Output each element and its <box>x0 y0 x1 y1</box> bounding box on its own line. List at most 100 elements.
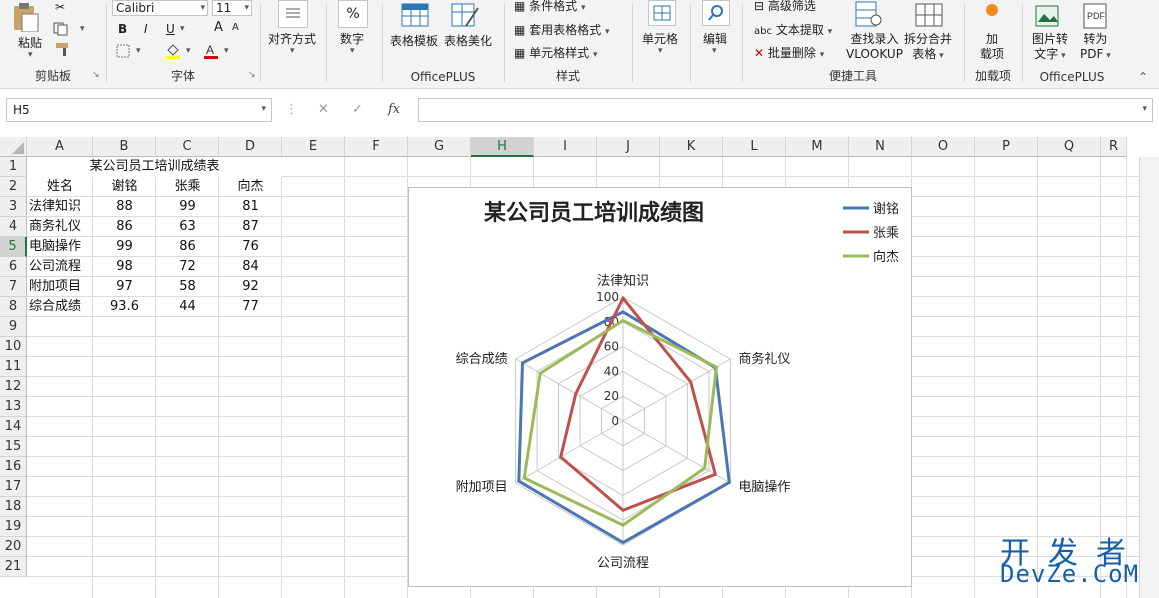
score-cell[interactable]: 63 <box>156 217 219 237</box>
name-box[interactable]: H5 ▾ <box>6 98 272 122</box>
column-header-d[interactable]: D <box>219 137 282 157</box>
column-header-j[interactable]: J <box>597 137 660 157</box>
header-cell[interactable]: 向杰 <box>219 177 282 197</box>
table-format-button[interactable]: ▦ 套用表格格式 ▾ <box>514 21 610 38</box>
score-cell[interactable]: 81 <box>219 197 282 217</box>
row-label-cell[interactable]: 附加项目 <box>27 277 95 297</box>
vlookup-button[interactable]: 查找录入 VLOOKUP <box>846 32 903 62</box>
split-merge-button[interactable]: 拆分合并 表格 ▾ <box>904 32 952 64</box>
font-color-icon[interactable]: A <box>202 42 220 63</box>
shrink-font-button[interactable]: A <box>232 22 239 33</box>
row-header-9[interactable]: 9 <box>0 317 27 337</box>
row-header-5[interactable]: 5 <box>0 237 27 257</box>
column-header-g[interactable]: G <box>408 137 471 157</box>
score-cell[interactable]: 44 <box>156 297 219 317</box>
row-label-cell[interactable]: 法律知识 <box>27 197 95 217</box>
confirm-icon[interactable]: ✓ <box>352 102 363 117</box>
score-cell[interactable]: 84 <box>219 257 282 277</box>
row-header-3[interactable]: 3 <box>0 197 27 217</box>
column-header-m[interactable]: M <box>786 137 849 157</box>
column-header-n[interactable]: N <box>849 137 912 157</box>
score-cell[interactable]: 98 <box>93 257 156 277</box>
table-title-cell[interactable]: 某公司员工培训成绩表 <box>27 157 282 177</box>
row-header-7[interactable]: 7 <box>0 277 27 297</box>
header-cell[interactable]: 姓名 <box>27 177 93 197</box>
score-cell[interactable]: 76 <box>219 237 282 257</box>
font-color-dropdown-icon[interactable]: ▾ <box>224 46 229 56</box>
formula-input[interactable]: ▾ <box>418 98 1153 122</box>
grow-font-button[interactable]: A <box>214 20 223 35</box>
font-name-select[interactable]: Calibri ▾ <box>112 0 208 16</box>
fill-dropdown-icon[interactable]: ▾ <box>186 46 191 56</box>
copy-dropdown-icon[interactable]: ▾ <box>80 24 85 34</box>
column-header-e[interactable]: E <box>282 137 345 157</box>
cell-style-button[interactable]: ▦ 单元格样式 ▾ <box>514 44 598 61</box>
advanced-filter-button[interactable]: ⊟ 高级筛选 <box>754 0 816 14</box>
format-painter-icon[interactable] <box>55 42 71 59</box>
border-icon[interactable] <box>116 44 130 61</box>
score-cell[interactable]: 72 <box>156 257 219 277</box>
column-header-o[interactable]: O <box>912 137 975 157</box>
column-header-h[interactable]: H <box>471 137 534 157</box>
text-extract-button[interactable]: abc 文本提取 ▾ <box>754 21 832 38</box>
picture-to-text-button[interactable]: 图片转 文字 ▾ <box>1032 32 1068 64</box>
score-cell[interactable]: 88 <box>93 197 156 217</box>
score-cell[interactable]: 86 <box>156 237 219 257</box>
select-all-corner[interactable] <box>0 137 27 157</box>
radar-chart[interactable]: 0 20 40 60 80 100 法律知识 商务礼仪 电脑操作 公司流程 附加项目 综合成绩 某公司… <box>408 187 912 587</box>
row-header-8[interactable]: 8 <box>0 297 27 317</box>
addin-button[interactable]: 加 载项 <box>980 32 1004 62</box>
row-header-2[interactable]: 2 <box>0 177 27 197</box>
score-cell[interactable]: 93.6 <box>93 297 156 317</box>
font-size-select[interactable]: 11 ▾ <box>212 0 252 16</box>
column-header-f[interactable]: F <box>345 137 408 157</box>
header-cell[interactable]: 张乘 <box>156 177 219 197</box>
bold-button[interactable]: B <box>118 22 127 36</box>
addin-icon[interactable] <box>986 4 998 16</box>
row-header-15[interactable]: 15 <box>0 437 27 457</box>
underline-dropdown-icon[interactable]: ▾ <box>180 24 185 34</box>
column-header-p[interactable]: P <box>975 137 1038 157</box>
table-template-icon[interactable] <box>400 0 430 33</box>
picture-to-text-icon[interactable] <box>1034 0 1064 33</box>
convert-pdf-button[interactable]: 转为 PDF ▾ <box>1080 32 1111 64</box>
insert-function-button[interactable]: fx <box>388 102 400 117</box>
row-header-6[interactable]: 6 <box>0 257 27 277</box>
clipboard-launcher-icon[interactable]: ↘ <box>92 70 100 80</box>
score-cell[interactable]: 99 <box>93 237 156 257</box>
score-cell[interactable]: 77 <box>219 297 282 317</box>
score-cell[interactable]: 99 <box>156 197 219 217</box>
column-header-a[interactable]: A <box>27 137 93 157</box>
column-header-k[interactable]: K <box>660 137 723 157</box>
split-merge-icon[interactable] <box>914 0 944 33</box>
row-header-19[interactable]: 19 <box>0 517 27 537</box>
column-header-l[interactable]: L <box>723 137 786 157</box>
row-header-4[interactable]: 4 <box>0 217 27 237</box>
row-header-1[interactable]: 1 <box>0 157 27 177</box>
row-header-12[interactable]: 12 <box>0 377 27 397</box>
column-header-i[interactable]: I <box>534 137 597 157</box>
row-header-11[interactable]: 11 <box>0 357 27 377</box>
fill-color-icon[interactable] <box>164 42 182 63</box>
copy-icon[interactable] <box>53 22 69 39</box>
score-cell[interactable]: 87 <box>219 217 282 237</box>
table-beautify-icon[interactable] <box>450 0 480 33</box>
collapse-ribbon-icon[interactable]: ⌃ <box>1138 70 1148 84</box>
number-group[interactable]: % 数字 ▾ <box>326 0 382 88</box>
pdf-icon[interactable]: PDF <box>1080 2 1110 33</box>
score-cell[interactable]: 86 <box>93 217 156 237</box>
score-cell[interactable]: 92 <box>219 277 282 297</box>
row-label-cell[interactable]: 综合成绩 <box>27 297 95 317</box>
row-label-cell[interactable]: 公司流程 <box>27 257 95 277</box>
row-header-10[interactable]: 10 <box>0 337 27 357</box>
paste-dropdown-icon[interactable]: ▾ <box>28 50 33 60</box>
expand-formula-icon[interactable]: ▾ <box>1142 104 1147 114</box>
editing-group[interactable]: 编辑 ▾ <box>690 0 742 88</box>
cells-group[interactable]: 单元格 ▾ <box>632 0 690 88</box>
alignment-group[interactable]: 对齐方式 ▾ <box>260 0 326 88</box>
row-label-cell[interactable]: 电脑操作 <box>27 237 95 257</box>
row-header-17[interactable]: 17 <box>0 477 27 497</box>
column-header-b[interactable]: B <box>93 137 156 157</box>
italic-button[interactable]: I <box>144 22 148 36</box>
table-beautify-button[interactable]: 表格美化 <box>444 32 492 49</box>
